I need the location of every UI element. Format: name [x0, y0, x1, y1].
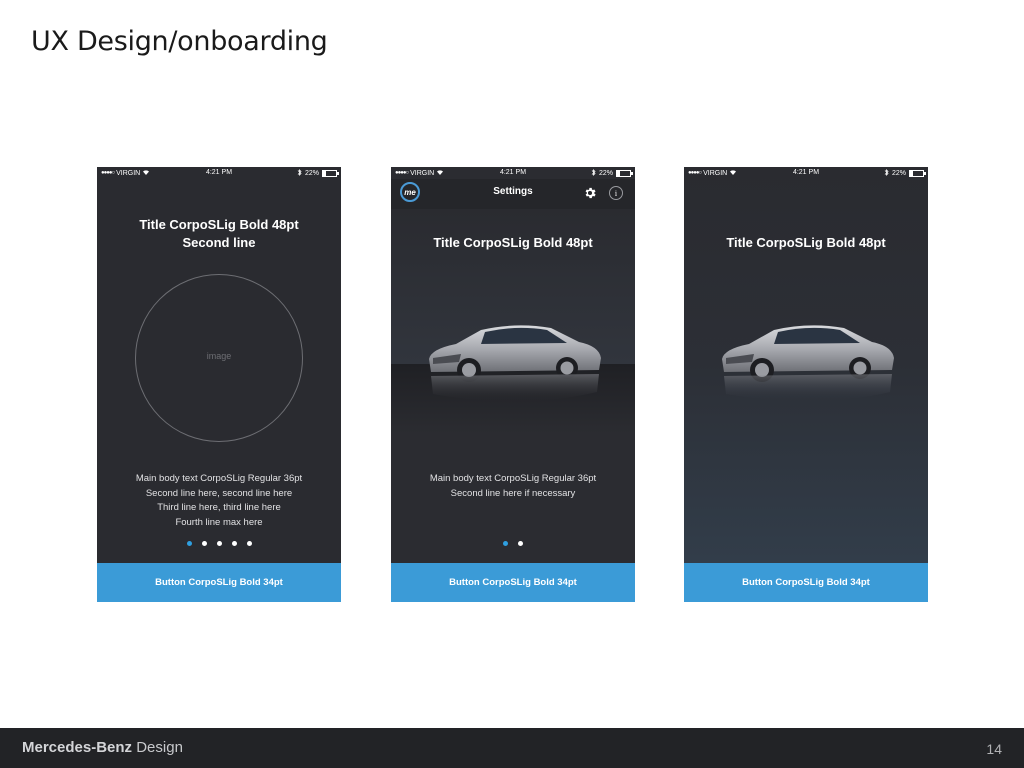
page-number: 14 [986, 741, 1002, 757]
car-image [722, 325, 894, 402]
screen-title-line2: Second line [182, 235, 256, 250]
body-line: Third line here, third line here [157, 502, 281, 513]
battery-icon [322, 170, 339, 177]
page-dot[interactable] [518, 541, 523, 546]
image-placeholder-label: image [206, 351, 232, 361]
body-line: Main body text CorpoSLig Regular 36pt [429, 473, 597, 484]
page-indicator[interactable] [391, 541, 635, 546]
battery-icon [909, 170, 926, 177]
bluetooth-icon [297, 169, 302, 178]
screen-title-line1: Title CorpoSLig Bold 48pt [139, 217, 299, 232]
slide-title: UX Design/onboarding [31, 26, 328, 57]
phone-screen-onboarding-3: ●●●●○ VIRGIN 4:21 PM 22% Title CorpoSLig… [684, 167, 928, 602]
page-dot[interactable] [216, 541, 222, 546]
brand-name: Mercedes-Benz [22, 739, 133, 756]
status-bar: ●●●●○ VIRGIN 4:21 PM 22% [97, 167, 341, 181]
body-line: Second line here if necessary [450, 487, 576, 499]
page-dot[interactable] [201, 541, 207, 546]
page-dot[interactable] [246, 541, 252, 546]
nav-bar: me Settings i [391, 179, 635, 209]
status-bar: ●●●●○ VIRGIN 4:21 PM 22% [684, 167, 928, 181]
body-text: Main body text CorpoSLig Regular 36pt Se… [97, 472, 341, 530]
brand-suffix: Design [136, 739, 183, 756]
body-line: Fourth line max here [175, 516, 263, 528]
phone-screen-onboarding-2: ●●●●○ VIRGIN 4:21 PM 22% me Settings i T… [391, 167, 635, 602]
phone-screen-onboarding-1: ●●●●○ VIRGIN 4:21 PM 22% Title CorpoSLig… [97, 167, 341, 602]
primary-button[interactable]: Button CorpoSLig Bold 34pt [97, 563, 341, 602]
footer: Mercedes-Benz Design 14 [0, 728, 1024, 768]
bluetooth-icon [591, 169, 596, 178]
brand-wordmark: Mercedes-Benz Design [22, 739, 183, 756]
page-dot-active[interactable] [186, 541, 192, 546]
body-text: Main body text CorpoSLig Regular 36pt Se… [391, 472, 635, 501]
primary-button[interactable]: Button CorpoSLig Bold 34pt [684, 563, 928, 602]
page-indicator[interactable] [97, 541, 341, 546]
screen-title: Title CorpoSLig Bold 48pt Second line [97, 216, 341, 252]
bluetooth-icon [884, 169, 889, 178]
car-image [429, 325, 601, 402]
page-dot-active[interactable] [503, 541, 508, 546]
battery-icon [616, 170, 633, 177]
image-placeholder: image [135, 274, 303, 442]
nav-title: Settings [493, 186, 533, 197]
body-line: Second line here, second line here [145, 487, 293, 499]
battery-percent: 22% [891, 170, 906, 177]
gear-icon[interactable] [583, 186, 597, 200]
screen-title: Title CorpoSLig Bold 48pt [726, 235, 886, 250]
page-dot[interactable] [231, 541, 237, 546]
info-icon[interactable]: i [609, 186, 623, 200]
primary-button[interactable]: Button CorpoSLig Bold 34pt [391, 563, 635, 602]
body-line: Main body text CorpoSLig Regular 36pt [135, 473, 303, 484]
battery-percent: 22% [598, 170, 613, 177]
screen-title: Title CorpoSLig Bold 48pt [433, 235, 593, 250]
battery-percent: 22% [304, 170, 319, 177]
